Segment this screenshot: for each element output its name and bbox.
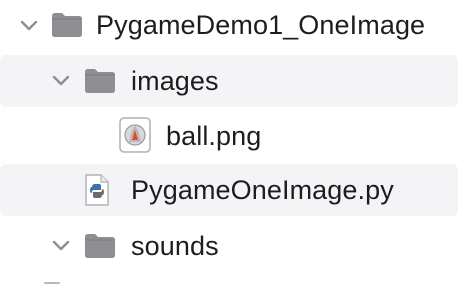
sounds-folder-label: sounds xyxy=(131,231,219,261)
tree-row-images-folder[interactable]: images xyxy=(0,55,458,107)
tree-row-ball-png[interactable]: ball.png xyxy=(0,108,458,160)
images-folder-label: images xyxy=(131,66,219,96)
png-image-icon xyxy=(117,116,153,154)
tree-row-root-folder[interactable]: PygameDemo1_OneImage xyxy=(0,0,458,52)
cut-off-row-marker xyxy=(44,282,60,284)
ball-png-label: ball.png xyxy=(166,121,262,151)
tree-row-python-file[interactable]: PygameOneImage.py xyxy=(0,164,458,216)
file-tree: PygameDemo1_OneImage images ball.png Pyg… xyxy=(0,0,458,290)
root-folder-label: PygameDemo1_OneImage xyxy=(96,10,426,40)
python-file-label: PygameOneImage.py xyxy=(131,175,394,205)
chevron-down-icon[interactable] xyxy=(50,235,72,257)
python-file-icon xyxy=(84,173,110,207)
folder-icon xyxy=(83,230,117,260)
chevron-down-icon[interactable] xyxy=(50,70,72,92)
folder-icon xyxy=(50,9,84,39)
tree-row-sounds-folder[interactable]: sounds xyxy=(0,220,458,272)
folder-icon xyxy=(83,65,117,95)
chevron-down-icon[interactable] xyxy=(18,15,40,37)
